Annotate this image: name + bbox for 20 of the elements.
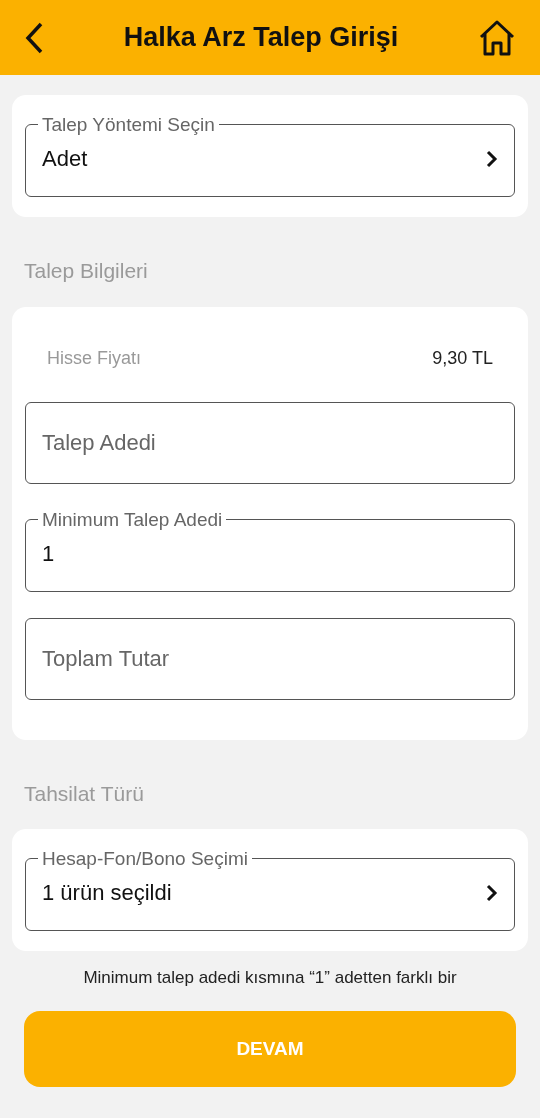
back-icon[interactable] [24,21,44,54]
input-field[interactable]: 1 [42,536,498,570]
home-icon[interactable] [478,18,516,57]
section-title: Tahsilat Türü [24,781,144,805]
select-field[interactable]: Talep Yöntemi Seçin Adet [25,115,515,197]
chevron-right-icon [486,149,498,168]
price-value: 9,30 TL [432,346,493,370]
input-field[interactable]: Toplam Tutar [42,642,498,675]
field-label: Hesap-Fon/Bono Seçimi [41,849,249,868]
chevron-right-icon [486,883,498,902]
section-title: Talep Bilgileri [24,259,148,282]
text-field[interactable]: Talep Adedi [25,401,515,484]
field-label: Talep Yöntemi Seçin [41,115,216,134]
info-text: Minimum talep adedi kısmına “1” adetten farklı bir [83,968,457,987]
select-field[interactable]: Hesap-Fon/Bono Seçimi 1 ürün seçildi [25,849,515,931]
text-field[interactable]: Toplam Tutar [25,617,515,700]
input-field[interactable]: Talep Adedi [42,426,498,459]
page-title: Halka Arz Talep Girişi [123,21,399,55]
field-label: Minimum Talep Adedi [41,509,224,529]
price-label: Hisse Fiyatı [47,346,142,370]
